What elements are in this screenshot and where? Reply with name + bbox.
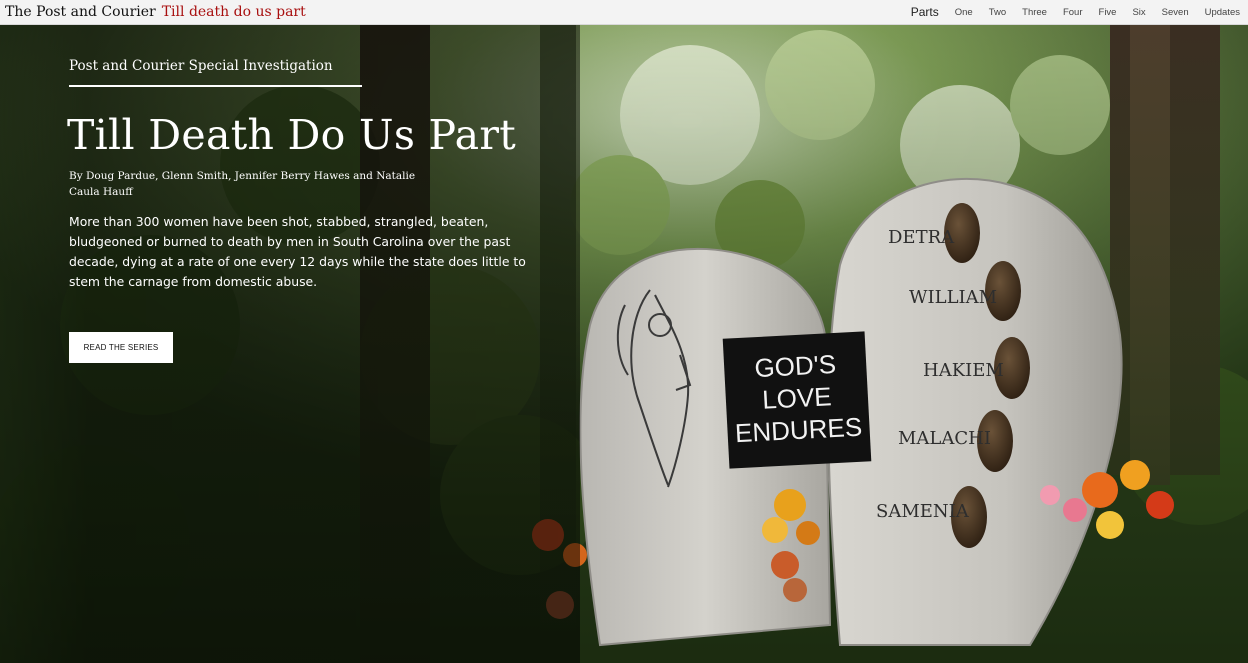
brand: The Post and Courier Till death do us pa…	[5, 4, 306, 20]
kicker-divider	[69, 85, 362, 87]
parts-nav-label: Parts	[910, 5, 939, 19]
nav-item-three[interactable]: Three	[1022, 7, 1047, 18]
series-title-link[interactable]: Till death do us part	[162, 4, 306, 20]
nav-item-six[interactable]: Six	[1132, 7, 1145, 18]
svg-text:GOD'S: GOD'S	[754, 349, 837, 383]
top-nav-bar: The Post and Courier Till death do us pa…	[0, 0, 1248, 25]
gods-love-plaque: GOD'S LOVE ENDURES	[722, 331, 872, 469]
section-kicker: Post and Courier Special Investigation	[69, 58, 333, 74]
nav-item-seven[interactable]: Seven	[1162, 7, 1189, 18]
parts-nav: Parts One Two Three Four Five Six Seven …	[911, 5, 1240, 19]
read-the-series-button[interactable]: READ THE SERIES	[69, 332, 173, 363]
nav-item-updates[interactable]: Updates	[1205, 7, 1240, 18]
story-summary: More than 300 women have been shot, stab…	[69, 214, 526, 289]
svg-text:LOVE: LOVE	[761, 381, 832, 415]
nav-item-one[interactable]: One	[955, 7, 973, 18]
page-title: Till Death Do Us Part	[67, 111, 516, 159]
byline: By Doug Pardue, Glenn Smith, Jennifer Be…	[69, 170, 416, 198]
engraved-name: DETRA	[888, 227, 955, 248]
brand-name-link[interactable]: The Post and Courier	[5, 4, 156, 20]
engraved-name: MALACHI	[898, 428, 991, 449]
engraved-name: WILLIAM	[909, 287, 997, 308]
engraved-name: SAMENIA	[876, 501, 970, 522]
hero-section: DETRA WILLIAM HAKIEM MALACHI SAMENIA GOD…	[0, 25, 1248, 663]
nav-item-two[interactable]: Two	[989, 7, 1006, 18]
nav-item-four[interactable]: Four	[1063, 7, 1083, 18]
engraved-name: HAKIEM	[923, 360, 1004, 381]
nav-item-five[interactable]: Five	[1099, 7, 1117, 18]
